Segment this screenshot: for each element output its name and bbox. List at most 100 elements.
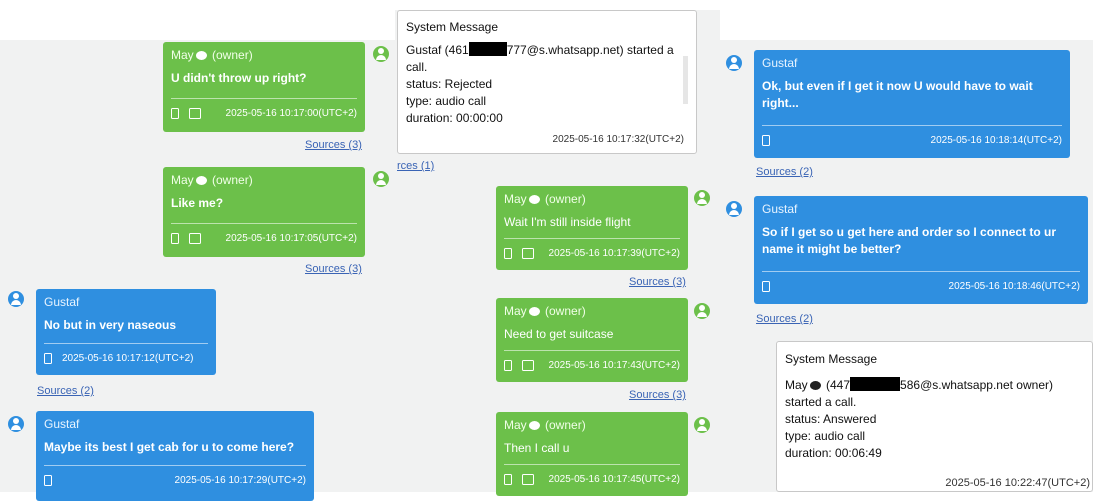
sources-link[interactable]: Sources (3) bbox=[305, 139, 362, 151]
message-bubble[interactable]: Gustaf So if I get so u get here and ord… bbox=[754, 196, 1088, 304]
divider bbox=[171, 98, 357, 99]
system-line: Gustaf (461 bbox=[406, 43, 469, 57]
system-message-title: System Message bbox=[406, 20, 499, 34]
message-text: U didn't throw up right? bbox=[171, 71, 307, 85]
owner-label: (owner) bbox=[212, 173, 253, 187]
owner-label: (owner) bbox=[212, 48, 253, 62]
sender-name: May bbox=[504, 192, 527, 206]
redaction-bar bbox=[468, 42, 507, 56]
message-bubble[interactable]: May (owner) Wait I'm still inside flight… bbox=[496, 186, 688, 270]
phone-icon bbox=[762, 281, 770, 292]
calendar-icon bbox=[522, 248, 534, 259]
message-timestamp: 2025-05-16 10:17:00(UTC+2) bbox=[225, 108, 357, 119]
system-message: System Message Gustaf (461 777@s.whatsapp… bbox=[397, 10, 697, 154]
message-bubble[interactable]: Gustaf Maybe its best I get cab for u to… bbox=[36, 411, 314, 501]
system-line: started a call. bbox=[785, 395, 857, 409]
sender-name: May bbox=[504, 304, 527, 318]
message-text: So if I get so u get here and order so I… bbox=[762, 225, 1057, 239]
emoji-face-icon bbox=[195, 176, 207, 185]
sources-link[interactable]: rces (1) bbox=[397, 160, 434, 172]
emoji-face-icon bbox=[528, 195, 540, 204]
phone-icon bbox=[171, 233, 179, 244]
calendar-icon bbox=[189, 233, 201, 244]
message-bubble[interactable]: May (owner) U didn't throw up right? 202… bbox=[163, 42, 365, 132]
scrollbar[interactable] bbox=[683, 56, 688, 104]
phone-icon bbox=[44, 475, 52, 486]
user-avatar-icon bbox=[694, 417, 710, 433]
calendar-icon bbox=[189, 108, 201, 119]
message-timestamp: 2025-05-16 10:17:43(UTC+2) bbox=[548, 360, 680, 371]
sources-link[interactable]: Sources (3) bbox=[629, 389, 686, 401]
system-line: duration: 00:00:00 bbox=[406, 111, 503, 125]
message-timestamp: 2025-05-16 10:18:14(UTC+2) bbox=[930, 135, 1062, 146]
system-line: (447 bbox=[826, 378, 851, 392]
sender-name: May bbox=[504, 418, 527, 432]
sources-link[interactable]: Sources (2) bbox=[37, 385, 94, 397]
message-text: name it might be better? bbox=[762, 242, 902, 256]
user-avatar-icon bbox=[8, 416, 24, 432]
user-avatar-icon bbox=[694, 190, 710, 206]
message-timestamp: 2025-05-16 10:17:12(UTC+2) bbox=[62, 353, 194, 364]
sender-name: Gustaf bbox=[44, 295, 80, 309]
user-avatar-icon bbox=[8, 291, 24, 307]
system-line: duration: 00:06:49 bbox=[785, 446, 882, 460]
system-message-timestamp: 2025-05-16 10:22:47(UTC+2) bbox=[945, 477, 1090, 489]
calendar-icon bbox=[522, 474, 534, 485]
emoji-face-icon bbox=[809, 381, 821, 390]
system-line: 586@s.whatsapp.net owner) bbox=[900, 378, 1053, 392]
emoji-face-icon bbox=[528, 421, 540, 430]
owner-label: (owner) bbox=[545, 418, 586, 432]
sender-name: Gustaf bbox=[44, 417, 80, 431]
user-avatar-icon bbox=[694, 303, 710, 319]
user-avatar-icon bbox=[726, 55, 742, 71]
sender-name: Gustaf bbox=[762, 56, 798, 70]
message-bubble[interactable]: Gustaf No but in very naseous 2025-05-16… bbox=[36, 289, 216, 375]
system-line: 777@s.whatsapp.net) started a bbox=[506, 43, 674, 57]
user-avatar-icon bbox=[726, 201, 742, 217]
message-timestamp: 2025-05-16 10:17:39(UTC+2) bbox=[548, 248, 680, 259]
divider bbox=[504, 238, 680, 239]
message-bubble[interactable]: May (owner) Need to get suitcase 2025-05… bbox=[496, 298, 688, 382]
sources-link[interactable]: Sources (2) bbox=[756, 166, 813, 178]
phone-icon bbox=[44, 353, 52, 364]
sender-name: May bbox=[171, 173, 194, 187]
message-text: Wait I'm still inside flight bbox=[504, 215, 631, 229]
redaction-bar bbox=[850, 377, 901, 391]
system-message: System Message May (447 586@s.whatsapp.ne… bbox=[776, 341, 1093, 492]
message-text: Maybe its best I get cab for u to come h… bbox=[44, 440, 295, 454]
message-text: right... bbox=[762, 96, 799, 110]
phone-icon bbox=[762, 135, 770, 146]
system-line: type: audio call bbox=[406, 94, 487, 108]
message-text: Then I call u bbox=[504, 441, 570, 455]
divider bbox=[44, 465, 306, 466]
message-timestamp: 2025-05-16 10:17:05(UTC+2) bbox=[225, 233, 357, 244]
divider bbox=[504, 464, 680, 465]
phone-icon bbox=[171, 108, 179, 119]
divider bbox=[762, 271, 1080, 272]
divider bbox=[504, 350, 680, 351]
user-avatar-icon bbox=[373, 46, 389, 62]
divider bbox=[171, 223, 357, 224]
system-line: status: Rejected bbox=[406, 77, 493, 91]
message-bubble[interactable]: Gustaf Ok, but even if I get it now U wo… bbox=[754, 50, 1070, 158]
phone-icon bbox=[504, 474, 512, 485]
system-message-timestamp: 2025-05-16 10:17:32(UTC+2) bbox=[552, 134, 684, 145]
owner-label: (owner) bbox=[545, 192, 586, 206]
sources-link[interactable]: Sources (3) bbox=[629, 276, 686, 288]
sender-name: Gustaf bbox=[762, 202, 798, 216]
message-timestamp: 2025-05-16 10:18:46(UTC+2) bbox=[948, 281, 1080, 292]
message-timestamp: 2025-05-16 10:17:29(UTC+2) bbox=[174, 475, 306, 486]
message-bubble[interactable]: May (owner) Then I call u 2025-05-16 10:… bbox=[496, 412, 688, 496]
message-text: Ok, but even if I get it now U would hav… bbox=[762, 79, 1033, 93]
owner-label: (owner) bbox=[545, 304, 586, 318]
emoji-face-icon bbox=[195, 51, 207, 60]
sources-link[interactable]: Sources (2) bbox=[756, 313, 813, 325]
phone-icon bbox=[504, 360, 512, 371]
system-line: status: Answered bbox=[785, 412, 877, 426]
message-text: Like me? bbox=[171, 196, 224, 210]
emoji-face-icon bbox=[528, 307, 540, 316]
sources-link[interactable]: Sources (3) bbox=[305, 263, 362, 275]
message-bubble[interactable]: May (owner) Like me? 2025-05-16 10:17:05… bbox=[163, 167, 365, 257]
message-text: Need to get suitcase bbox=[504, 327, 614, 341]
message-text: No but in very naseous bbox=[44, 318, 177, 332]
